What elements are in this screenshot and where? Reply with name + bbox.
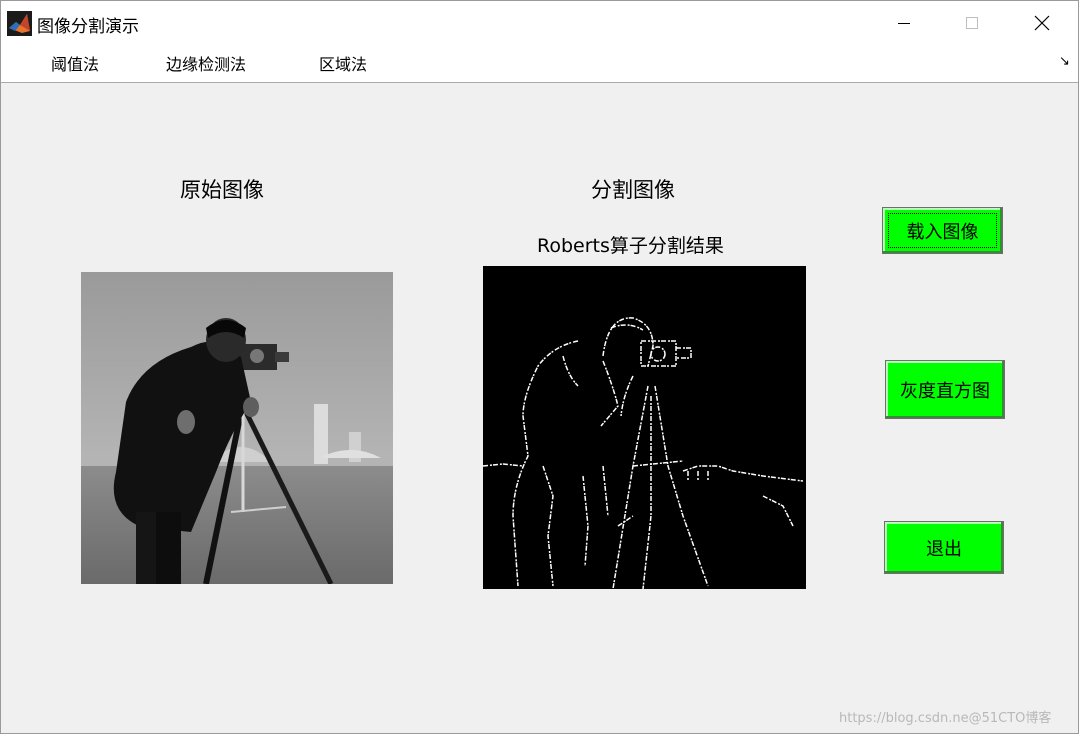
figure-window: 图像分割演示 阈值法 边缘检测法 区域法 ↘ 原始图像 分割图像 Roberts… (0, 0, 1079, 734)
segmented-image-axes (482, 266, 806, 590)
segmented-image-label: 分割图像 (591, 178, 675, 202)
close-icon (1034, 15, 1050, 31)
histogram-button[interactable]: 灰度直方图 (885, 360, 1005, 419)
minimize-button[interactable] (874, 1, 934, 45)
edge-map-image (482, 317, 804, 590)
cameraman-image (81, 272, 393, 586)
result-title: Roberts算子分割结果 (537, 235, 724, 257)
watermark: https://blog.csdn.ne@51CTO博客 (839, 711, 1052, 726)
menu-bar: 阈值法 边缘检测法 区域法 ↘ (1, 45, 1078, 83)
original-image-label: 原始图像 (180, 178, 264, 202)
minimize-icon (898, 22, 910, 24)
load-image-button[interactable]: 载入图像 (882, 207, 1003, 254)
maximize-icon (966, 17, 978, 29)
menu-threshold[interactable]: 阈值法 (51, 51, 99, 75)
exit-button[interactable]: 退出 (884, 521, 1004, 574)
close-button[interactable] (1012, 1, 1072, 45)
menu-region[interactable]: 区域法 (319, 51, 367, 75)
window-title: 图像分割演示 (37, 17, 139, 37)
title-bar: 图像分割演示 (1, 1, 1078, 45)
toolbar-toggle-icon[interactable]: ↘ (1059, 54, 1070, 69)
maximize-button[interactable] (942, 1, 1002, 45)
menu-edge-detection[interactable]: 边缘检测法 (166, 51, 246, 75)
original-image-axes (81, 272, 393, 586)
matlab-icon (7, 11, 32, 36)
